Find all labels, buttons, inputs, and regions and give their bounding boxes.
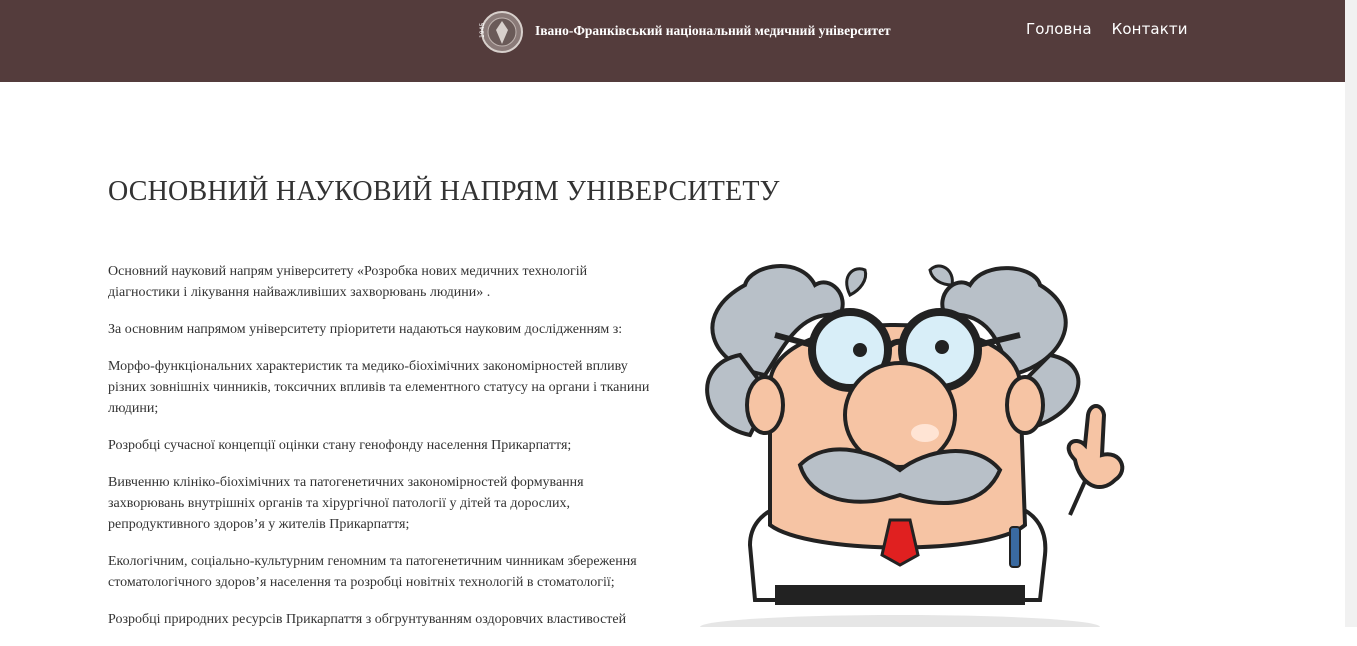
paragraph-priorities: За основним напрямом університету пріори…	[108, 322, 623, 337]
nav-contacts-link[interactable]: Контакти	[1112, 20, 1188, 38]
site-header: 1945 Івано-Франківський національний мед…	[0, 0, 1345, 82]
paragraph-ecology: Екологічним, соціально-культурним геномн…	[108, 554, 637, 590]
page-title: ОСНОВНИЙ НАУКОВИЙ НАПРЯМ УНІВЕРСИТЕТУ	[108, 176, 780, 207]
paragraph-clinical: Вивченню клініко-біохімічних та патогене…	[108, 475, 584, 532]
university-logo-icon[interactable]: 1945	[478, 8, 524, 58]
article-content: Основний науковий напрям університету «Р…	[108, 261, 658, 646]
paragraph-intro: Основний науковий напрям університету «Р…	[108, 264, 588, 300]
brand-title[interactable]: Івано-Франківський національний медичний…	[535, 23, 891, 39]
page-scrollbar[interactable]	[1345, 0, 1357, 627]
nav-home-link[interactable]: Головна	[1026, 20, 1092, 38]
logo-year: 1945	[479, 23, 486, 38]
paragraph-morpho: Морфо-функціональних характеристик та ме…	[108, 359, 650, 416]
main-nav: Головна Контакти	[1026, 20, 1188, 38]
scientist-illustration	[700, 264, 1125, 627]
paragraph-genofond: Розробці сучасної концепції оцінки стану…	[108, 438, 572, 453]
